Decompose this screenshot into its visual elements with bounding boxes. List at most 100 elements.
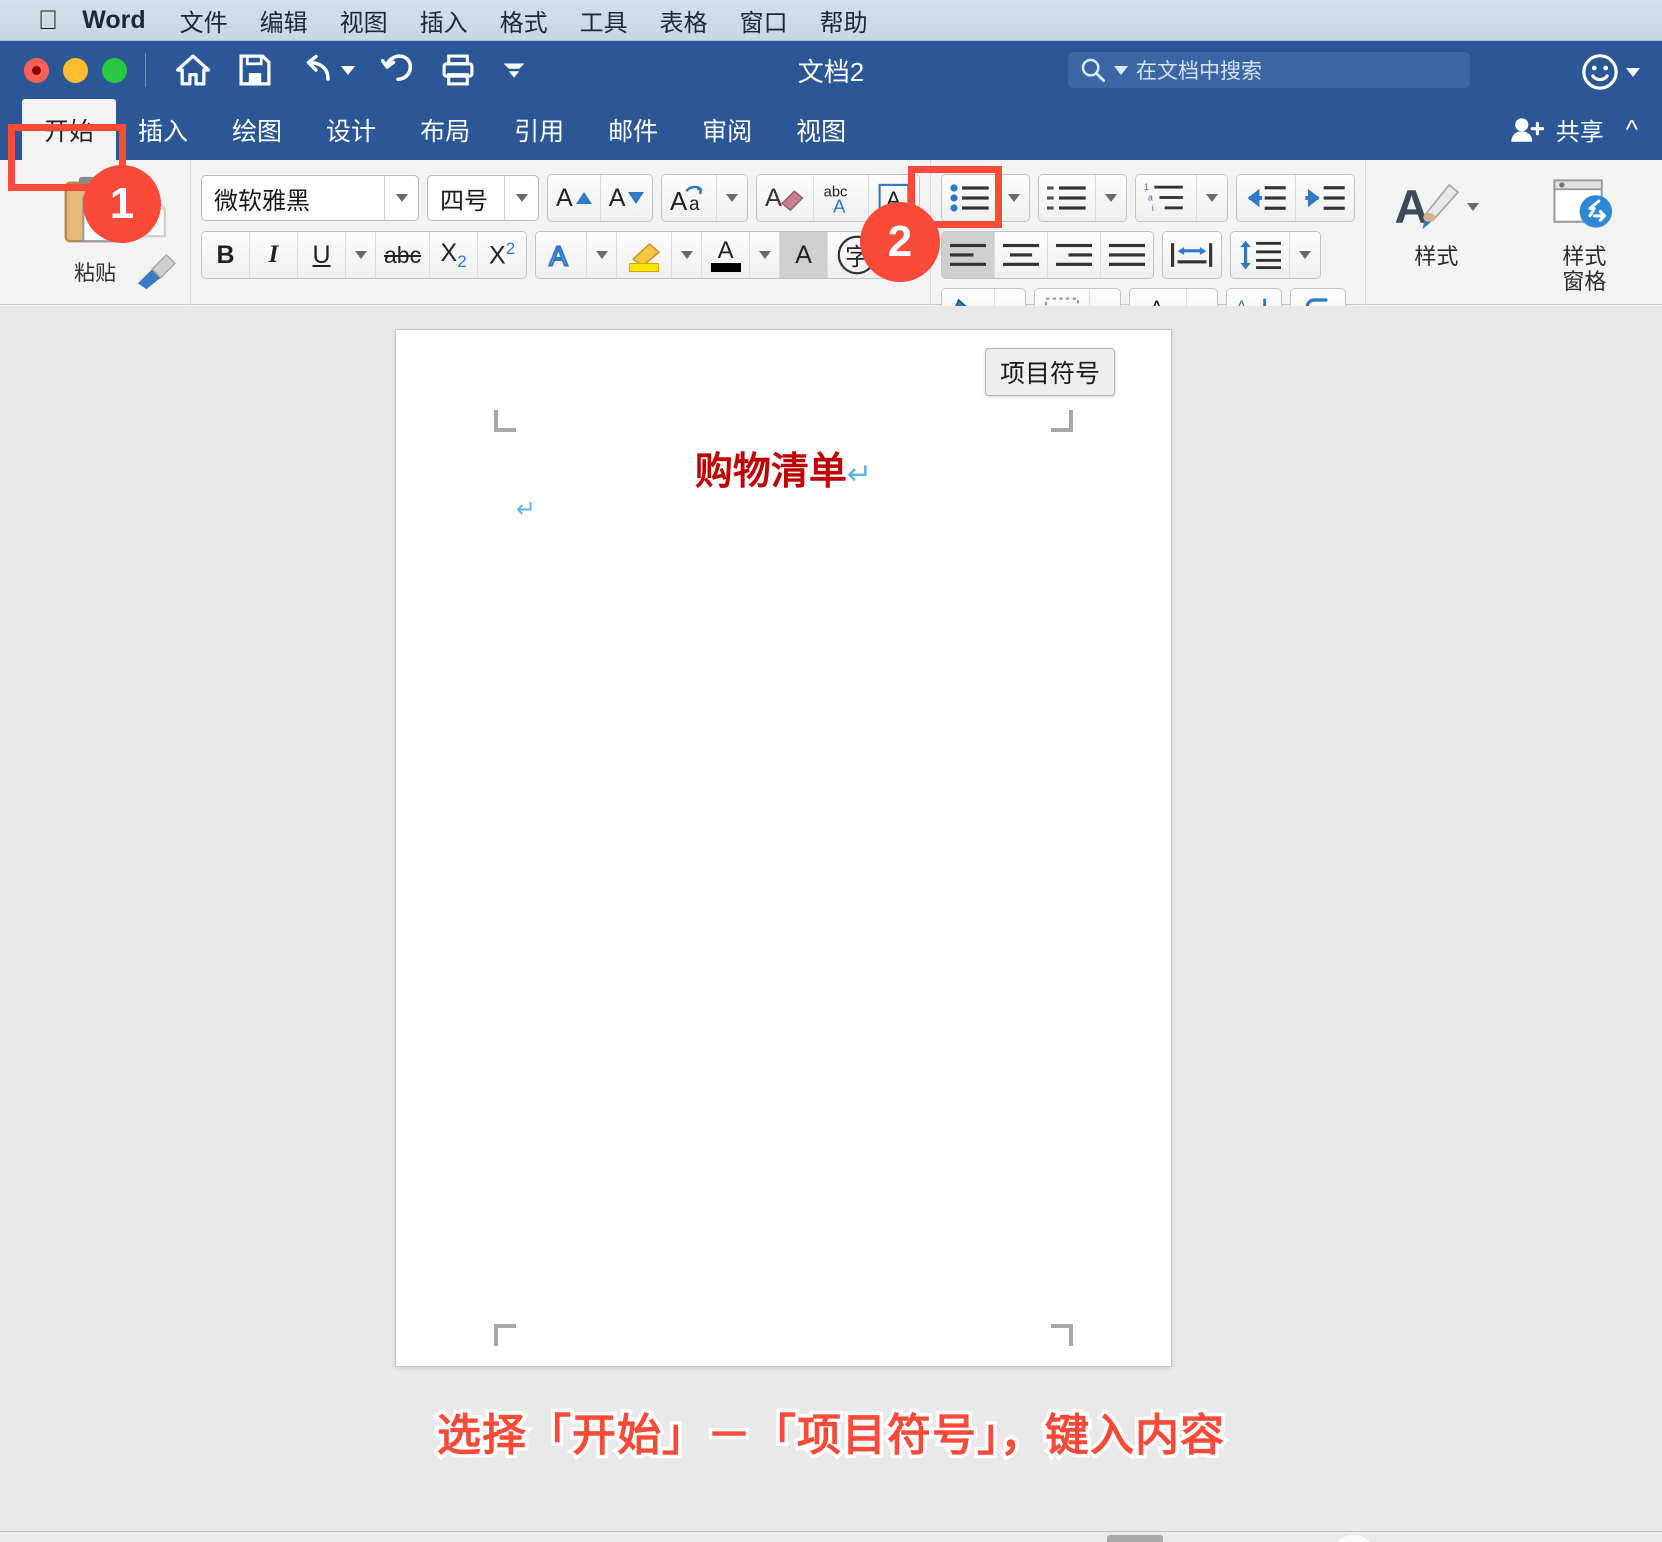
tab-design[interactable]: 设计 [304, 99, 398, 160]
decrease-indent-button[interactable] [1237, 175, 1297, 221]
character-spacing-button[interactable] [1163, 232, 1222, 278]
align-left-button[interactable] [942, 232, 996, 278]
paragraph-mark-2: ↵ [516, 496, 537, 523]
triangle-down-icon [628, 192, 645, 204]
margin-mark-top-left [494, 410, 516, 432]
tab-layout[interactable]: 布局 [398, 99, 492, 160]
abc-check-icon: abcA [824, 185, 848, 214]
tab-insert[interactable]: 插入 [116, 99, 210, 160]
styles-pane-button[interactable]: 样式 窗格 [1524, 176, 1644, 295]
search-input[interactable]: 在文档中搜索 [1068, 52, 1470, 88]
search-dropdown-icon[interactable] [1114, 65, 1128, 75]
clear-formatting-button[interactable]: A [757, 175, 815, 221]
menu-item-view[interactable]: 视图 [340, 3, 388, 38]
increase-indent-button[interactable] [1296, 175, 1355, 221]
menu-item-help[interactable]: 帮助 [820, 3, 868, 38]
highlight-button[interactable] [617, 232, 673, 278]
numbering-dropdown-icon[interactable] [1096, 175, 1127, 221]
grow-font-button[interactable]: A [548, 175, 601, 221]
multilevel-dropdown-icon[interactable] [1197, 175, 1228, 221]
chevron-up-icon[interactable]: ^ [1626, 114, 1638, 145]
change-case-dropdown-icon[interactable] [717, 175, 748, 221]
save-icon[interactable] [238, 53, 272, 87]
justify-button[interactable] [1101, 232, 1154, 278]
multilevel-list-button[interactable]: 1 a i [1136, 175, 1198, 221]
apple-logo-icon[interactable]:  [38, 6, 58, 34]
menu-item-edit[interactable]: 编辑 [260, 3, 308, 38]
bullets-button[interactable] [942, 175, 1000, 221]
menu-item-tools[interactable]: 工具 [580, 3, 628, 38]
underline-dropdown-icon[interactable] [346, 232, 376, 278]
align-right-button[interactable] [1048, 232, 1102, 278]
numbering-button[interactable] [1039, 175, 1097, 221]
line-spacing-button[interactable] [1231, 232, 1291, 278]
menu-item-table[interactable]: 表格 [660, 3, 708, 38]
close-button[interactable] [24, 57, 49, 83]
font-color-button[interactable]: A [702, 232, 751, 278]
feedback-button[interactable] [1581, 53, 1640, 91]
tab-home[interactable]: 开始 [22, 99, 117, 160]
menu-item-insert[interactable]: 插入 [420, 3, 468, 38]
font-color-dropdown-icon[interactable] [750, 232, 781, 278]
menu-app-name[interactable]: Word [82, 6, 145, 35]
undo-dropdown-icon[interactable] [341, 65, 355, 75]
paragraph-row-1: 1 a i [941, 174, 1356, 222]
tab-mailings[interactable]: 邮件 [586, 99, 680, 160]
superscript-button[interactable]: X2 [478, 232, 527, 278]
home-icon[interactable] [174, 53, 212, 87]
share-button[interactable]: 共享 ^ [1510, 112, 1638, 147]
menu-item-window[interactable]: 窗口 [740, 3, 788, 38]
callout-badge-2: 2 [860, 202, 940, 282]
font-family-combo[interactable]: 微软雅黑 [201, 175, 419, 221]
subscript-label: X [440, 238, 458, 267]
spelling-check-button[interactable]: abc A [814, 175, 870, 221]
tab-references[interactable]: 引用 [492, 99, 586, 160]
styles-button[interactable]: A 样式 [1376, 176, 1496, 269]
tab-draw[interactable]: 绘图 [210, 99, 304, 160]
document-page[interactable]: 购物清单↵ ↵ [395, 329, 1172, 1367]
character-shading-button[interactable]: A [780, 232, 829, 278]
bold-button[interactable]: B [202, 232, 250, 278]
document-title-text: 购物清单 [694, 451, 847, 493]
bullets-dropdown-icon[interactable] [999, 175, 1030, 221]
styles-dropdown-icon[interactable] [1467, 203, 1480, 211]
format-painter-icon[interactable] [132, 252, 178, 297]
align-center-button[interactable] [995, 232, 1049, 278]
subscript-button[interactable]: X2 [430, 232, 479, 278]
line-spacing-dropdown-icon[interactable] [1290, 232, 1321, 278]
outline-view-button[interactable] [1219, 1535, 1275, 1542]
print-layout-view-button[interactable] [1107, 1534, 1164, 1542]
minimize-button[interactable] [63, 57, 88, 83]
maximize-button[interactable] [102, 57, 127, 83]
document-canvas[interactable]: 购物清单↵ ↵ 选择「开始」－「项目符号」，键入内容 [0, 306, 1662, 1531]
highlight-dropdown-icon[interactable] [672, 232, 703, 278]
text-effects-dropdown-icon[interactable] [587, 232, 618, 278]
bold-label: B [216, 240, 235, 269]
styles-pane-icon [1553, 179, 1613, 228]
paragraph-group: 1 a i [930, 160, 1365, 336]
tab-review[interactable]: 审阅 [680, 99, 774, 160]
italic-button[interactable]: I [250, 232, 298, 278]
document-title-paragraph[interactable]: 购物清单↵ [396, 440, 1171, 495]
shrink-font-button[interactable]: A [600, 175, 653, 221]
strikethrough-button[interactable]: abc [376, 232, 431, 278]
menu-item-file[interactable]: 文件 [180, 3, 228, 38]
redo-icon[interactable] [381, 53, 415, 87]
tab-view[interactable]: 视图 [774, 99, 868, 160]
triangle-up-icon [575, 192, 592, 204]
web-layout-view-button[interactable] [1163, 1535, 1219, 1542]
font-size-combo[interactable]: 四号 [427, 175, 539, 221]
change-case-button[interactable]: Aa [662, 175, 718, 221]
font-size-dropdown-icon[interactable] [504, 176, 538, 220]
text-effects-button[interactable]: A [536, 232, 588, 278]
print-icon[interactable] [441, 53, 475, 87]
margin-mark-bottom-right [1051, 1324, 1073, 1346]
undo-icon[interactable] [298, 53, 355, 87]
menu-item-format[interactable]: 格式 [500, 3, 548, 38]
font-family-dropdown-icon[interactable] [384, 176, 418, 220]
paragraph-row-2 [941, 231, 1322, 279]
customize-toolbar-icon[interactable] [501, 57, 527, 83]
feedback-dropdown-icon[interactable] [1626, 67, 1640, 77]
underline-button[interactable]: U [298, 232, 346, 278]
draft-view-button[interactable] [1275, 1535, 1331, 1542]
